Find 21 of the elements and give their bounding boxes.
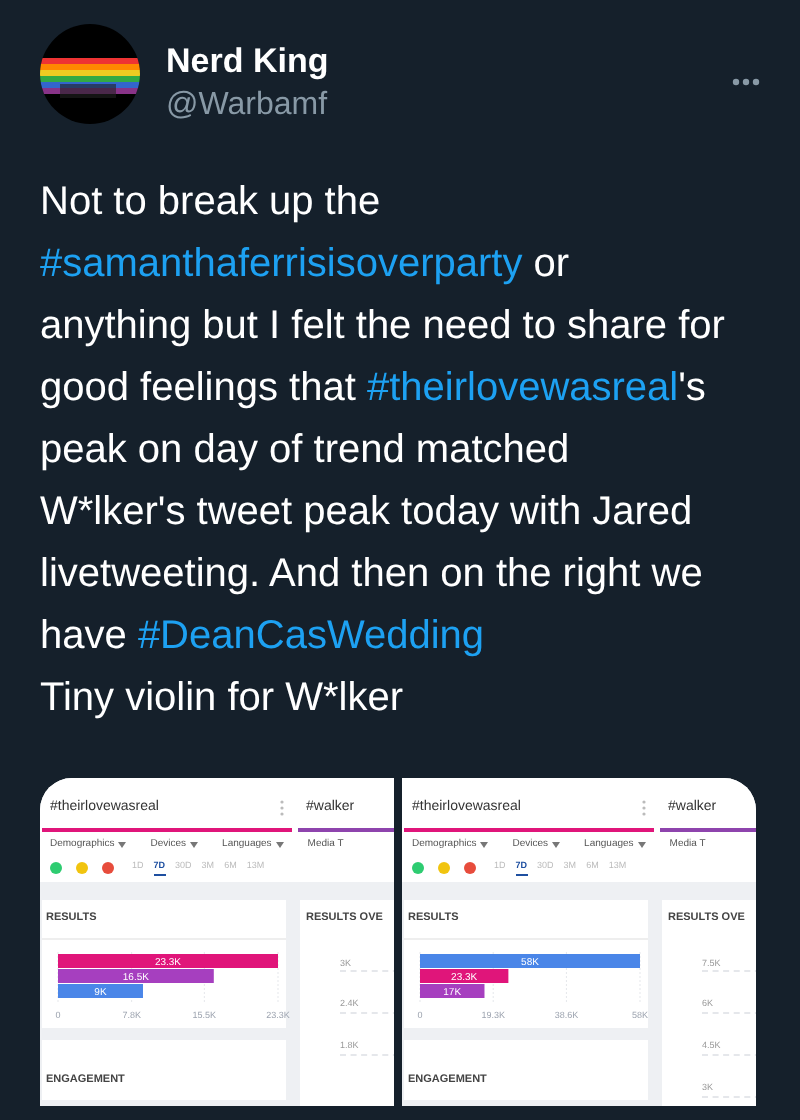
tweet-text-line: #samanthaferrisisoverparty or [40, 240, 572, 290]
caret-icon [275, 842, 284, 849]
caret-icon [190, 842, 199, 849]
hashtag-link[interactable]: #theirlovewasreal [366, 366, 679, 410]
display-name[interactable]: Nerd King [166, 40, 329, 84]
hashtag-link[interactable]: #samanthaferrisisoverparty [40, 242, 523, 286]
tweet-text-line: have #DeanCasWedding [40, 612, 487, 662]
caret-icon [552, 842, 561, 849]
more-icon[interactable] [732, 78, 760, 86]
tweet-text-line: good feelings that #theirlovewasreal's [40, 364, 708, 414]
tweet-text-line: Tiny violin for W*lker [40, 674, 406, 724]
hashtag-link[interactable]: #DeanCasWedding [137, 614, 485, 658]
caret-icon [637, 842, 646, 849]
tweet-text-line: W*lker's tweet peak today with Jared [40, 488, 695, 538]
user-handle[interactable]: @Warbamf [166, 84, 329, 128]
caret-icon [480, 842, 489, 849]
tweet-text-line: anything but I felt the need to share for [40, 302, 727, 352]
tweet-text-line: livetweeting. And then on the right we [40, 550, 705, 600]
tweet-text-line: peak on day of trend matched [40, 426, 572, 476]
tweet-text-line: Not to break up the [40, 178, 383, 228]
caret-icon [118, 842, 127, 849]
